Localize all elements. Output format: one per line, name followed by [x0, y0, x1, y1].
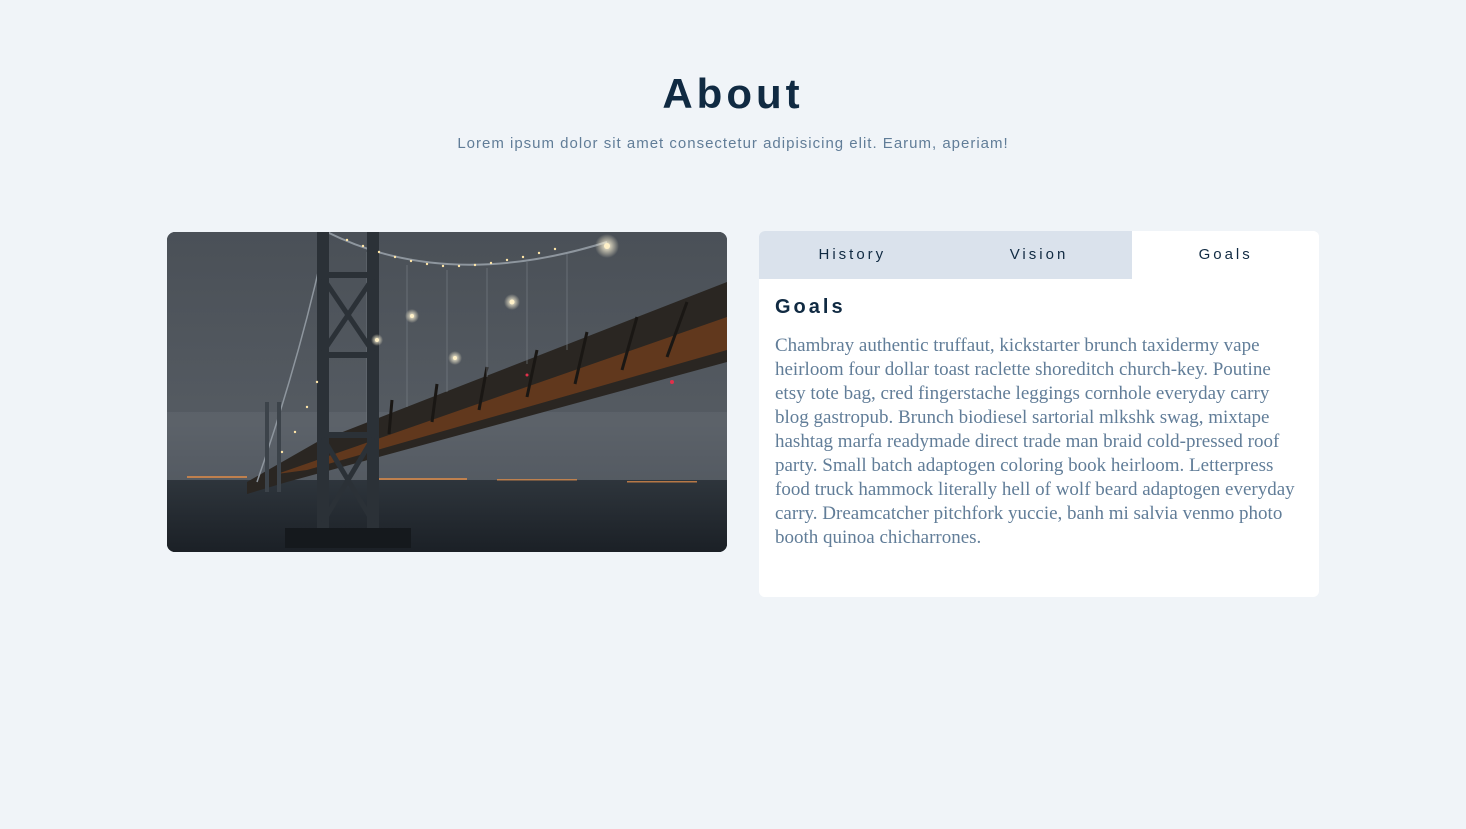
tab-content: Goals Chambray authentic truffaut, kicks…	[759, 279, 1319, 550]
bridge-image	[167, 232, 727, 552]
tab-list: History Vision Goals	[759, 231, 1319, 279]
about-tabs-card: History Vision Goals Goals Chambray auth…	[759, 231, 1319, 597]
about-page: About Lorem ipsum dolor sit amet consect…	[0, 0, 1466, 829]
page-title: About	[662, 70, 804, 117]
page-subtitle: Lorem ipsum dolor sit amet consectetur a…	[457, 135, 1009, 152]
tab-history[interactable]: History	[759, 231, 946, 279]
tab-vision[interactable]: Vision	[945, 231, 1133, 279]
content-heading: Goals	[775, 296, 846, 318]
tab-goals[interactable]: Goals	[1132, 231, 1319, 279]
content-text: Chambray authentic truffaut, kickstarter…	[775, 335, 1295, 548]
